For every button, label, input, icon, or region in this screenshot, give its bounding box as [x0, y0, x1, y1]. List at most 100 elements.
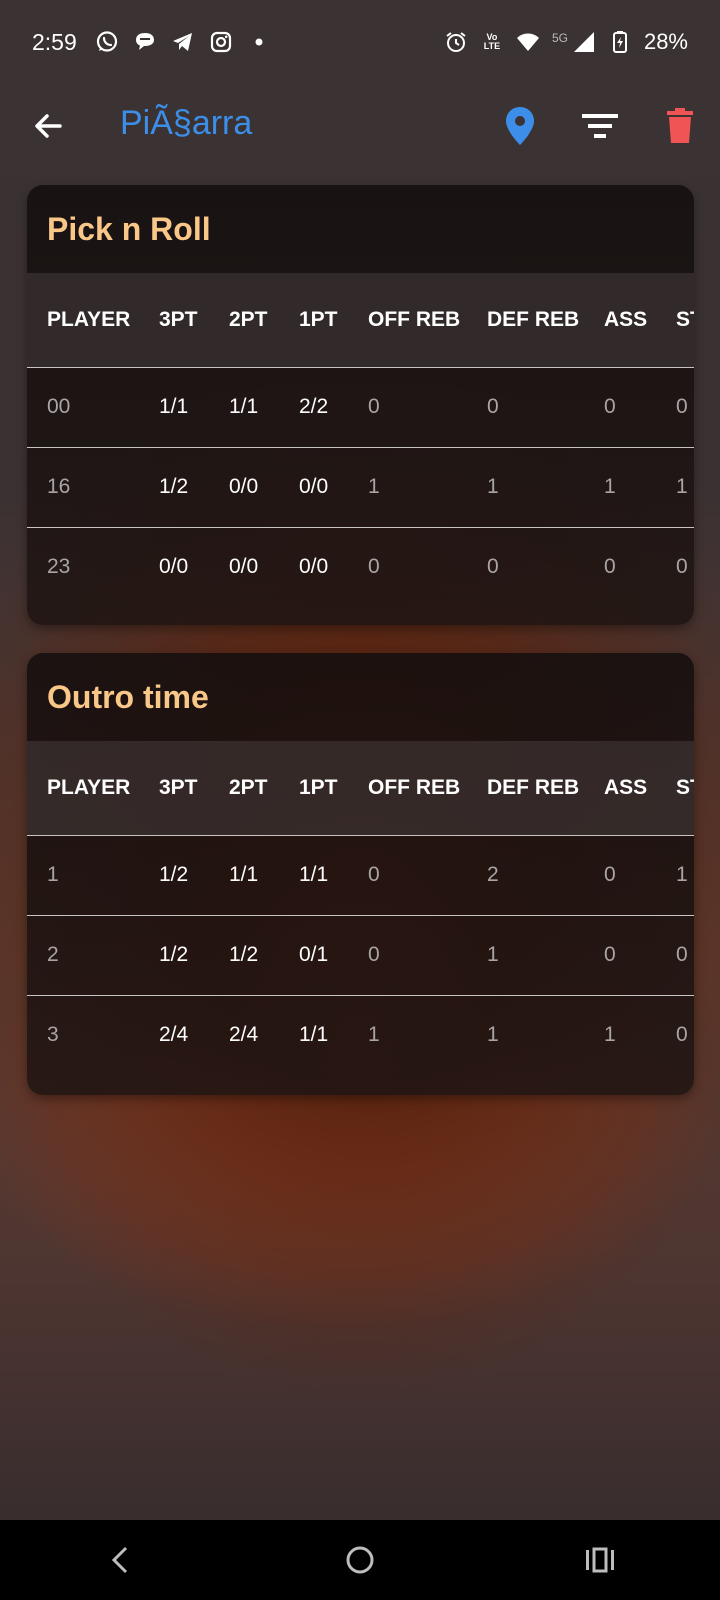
app-bar: PiÃ§arra [0, 84, 720, 168]
stat-cell: 0 [348, 915, 467, 996]
battery-charging-icon [608, 30, 632, 54]
telegram-icon [171, 30, 195, 54]
stat-cell: 1 [487, 1023, 499, 1047]
whatsapp-icon [95, 30, 119, 54]
table-row: 23 0/0 0/0 0/0 0 0 0 0 [27, 527, 694, 607]
wifi-icon [516, 30, 540, 54]
stat-cell: 2/4 [229, 1023, 259, 1047]
instagram-icon [209, 30, 233, 54]
status-time: 2:59 [32, 28, 77, 55]
status-bar: 2:59 Vo LTE 5G 28% [0, 0, 720, 84]
col-header: 2PT [209, 741, 279, 836]
stat-cell: 1/2 [209, 915, 279, 996]
stat-cell: 1/2 [139, 447, 209, 528]
stat-cell: 2 [467, 835, 584, 916]
stat-cell: 0 [584, 915, 656, 996]
stat-cell: 0/1 [279, 915, 348, 996]
col-header: DEF REB [467, 741, 584, 836]
stat-cell: 1 [348, 447, 467, 528]
signal-icon [572, 30, 596, 54]
player-cell: 23 [47, 555, 71, 579]
stat-cell: 2/2 [279, 367, 348, 448]
stats-card: Pick n Roll PLAYER 3PT 2PT 1PT OFF REB D… [27, 185, 694, 625]
chat-bubble-icon [133, 30, 157, 54]
player-cell: 2 [27, 915, 139, 996]
filter-button[interactable] [578, 104, 622, 148]
stats-table: PLAYER 3PT 2PT 1PT OFF REB DEF REB ASS S… [27, 741, 694, 1075]
col-header: PLAYER [27, 741, 139, 836]
stat-cell: 1 [656, 835, 694, 916]
stats-table: PLAYER 3PT 2PT 1PT OFF REB DEF REB ASS S… [27, 273, 694, 607]
stat-cell: 1 [467, 915, 584, 996]
trash-icon [667, 108, 693, 143]
stat-cell: 1/1 [279, 835, 348, 916]
stats-card: Outro time PLAYER 3PT 2PT 1PT OFF REB DE… [27, 653, 694, 1095]
col-header: ASS [584, 741, 656, 836]
arrow-left-icon [35, 114, 62, 138]
stat-cell: 0 [676, 1023, 688, 1047]
location-button[interactable] [498, 104, 542, 148]
stats-table-scroll[interactable]: PLAYER 3PT 2PT 1PT OFF REB DEF REB ASS S… [27, 741, 694, 1075]
stat-cell: 1/1 [209, 835, 279, 916]
system-nav-bar [0, 1520, 720, 1600]
stat-cell: 1 [584, 447, 656, 528]
player-cell: 00 [27, 367, 139, 448]
stat-cell: 0 [487, 555, 499, 579]
alarm-icon [444, 30, 468, 54]
stat-cell: 0 [656, 915, 694, 996]
nav-back-button[interactable] [90, 1530, 150, 1590]
table-row: 00 1/1 1/1 2/2 0 0 0 0 [27, 367, 694, 448]
stat-cell: 0 [348, 367, 467, 448]
card-title: Pick n Roll [47, 210, 211, 247]
stat-cell: 0 [467, 367, 584, 448]
network-type: 5G [551, 31, 568, 45]
stat-cell: 1/1 [299, 1023, 329, 1047]
col-header: 3PT [139, 273, 209, 368]
stat-cell: 0 [656, 367, 694, 448]
col-header: 1PT [279, 273, 348, 368]
stat-cell: 0 [584, 367, 656, 448]
col-header: PLAYER [27, 273, 139, 368]
stat-cell: 1/2 [139, 835, 209, 916]
battery-level: 28% [643, 29, 688, 54]
home-circle-icon [346, 1546, 374, 1574]
table-row: 3 2/4 2/4 1/1 1 1 1 0 [27, 995, 694, 1075]
stat-cell: 0 [584, 835, 656, 916]
stat-cell: 0/0 [279, 447, 348, 528]
recents-icon [586, 1547, 614, 1573]
stats-table-scroll[interactable]: PLAYER 3PT 2PT 1PT OFF REB DEF REB ASS S… [27, 273, 694, 607]
stat-cell: 2/4 [159, 1023, 189, 1047]
col-header: ST [656, 741, 694, 836]
stat-cell: 1 [467, 447, 584, 528]
player-cell: 3 [47, 1023, 59, 1047]
chevron-left-icon [111, 1546, 128, 1574]
col-header: 2PT [209, 273, 279, 368]
col-header: OFF REB [348, 741, 467, 836]
table-row: 16 1/2 0/0 0/0 1 1 1 1 [27, 447, 694, 528]
col-header: 1PT [279, 741, 348, 836]
player-cell: 1 [27, 835, 139, 916]
filter-icon [582, 114, 618, 138]
back-button[interactable] [28, 106, 68, 146]
delete-button[interactable] [658, 104, 702, 148]
stat-cell: 0 [348, 835, 467, 916]
stat-cell: 1/1 [209, 367, 279, 448]
stat-cell: 0/0 [229, 555, 259, 579]
col-header: ST [656, 273, 694, 368]
page-title: PiÃ§arra [120, 104, 253, 142]
col-header: DEF REB [467, 273, 584, 368]
col-header: OFF REB [348, 273, 467, 368]
stat-cell: 1 [604, 1023, 616, 1047]
volte-icon: Vo LTE [483, 32, 501, 51]
nav-recents-button[interactable] [570, 1530, 630, 1590]
table-header-row: PLAYER 3PT 2PT 1PT OFF REB DEF REB ASS S… [27, 273, 694, 368]
stat-cell: 0/0 [209, 447, 279, 528]
stat-cell: 1 [368, 1023, 380, 1047]
nav-home-button[interactable] [330, 1530, 390, 1590]
notification-dot-icon [247, 30, 271, 54]
stat-cell: 0 [368, 555, 380, 579]
stat-cell: 0/0 [159, 555, 189, 579]
stat-cell: 1/1 [139, 367, 209, 448]
stat-cell: 1/2 [139, 915, 209, 996]
location-pin-icon [506, 107, 534, 145]
